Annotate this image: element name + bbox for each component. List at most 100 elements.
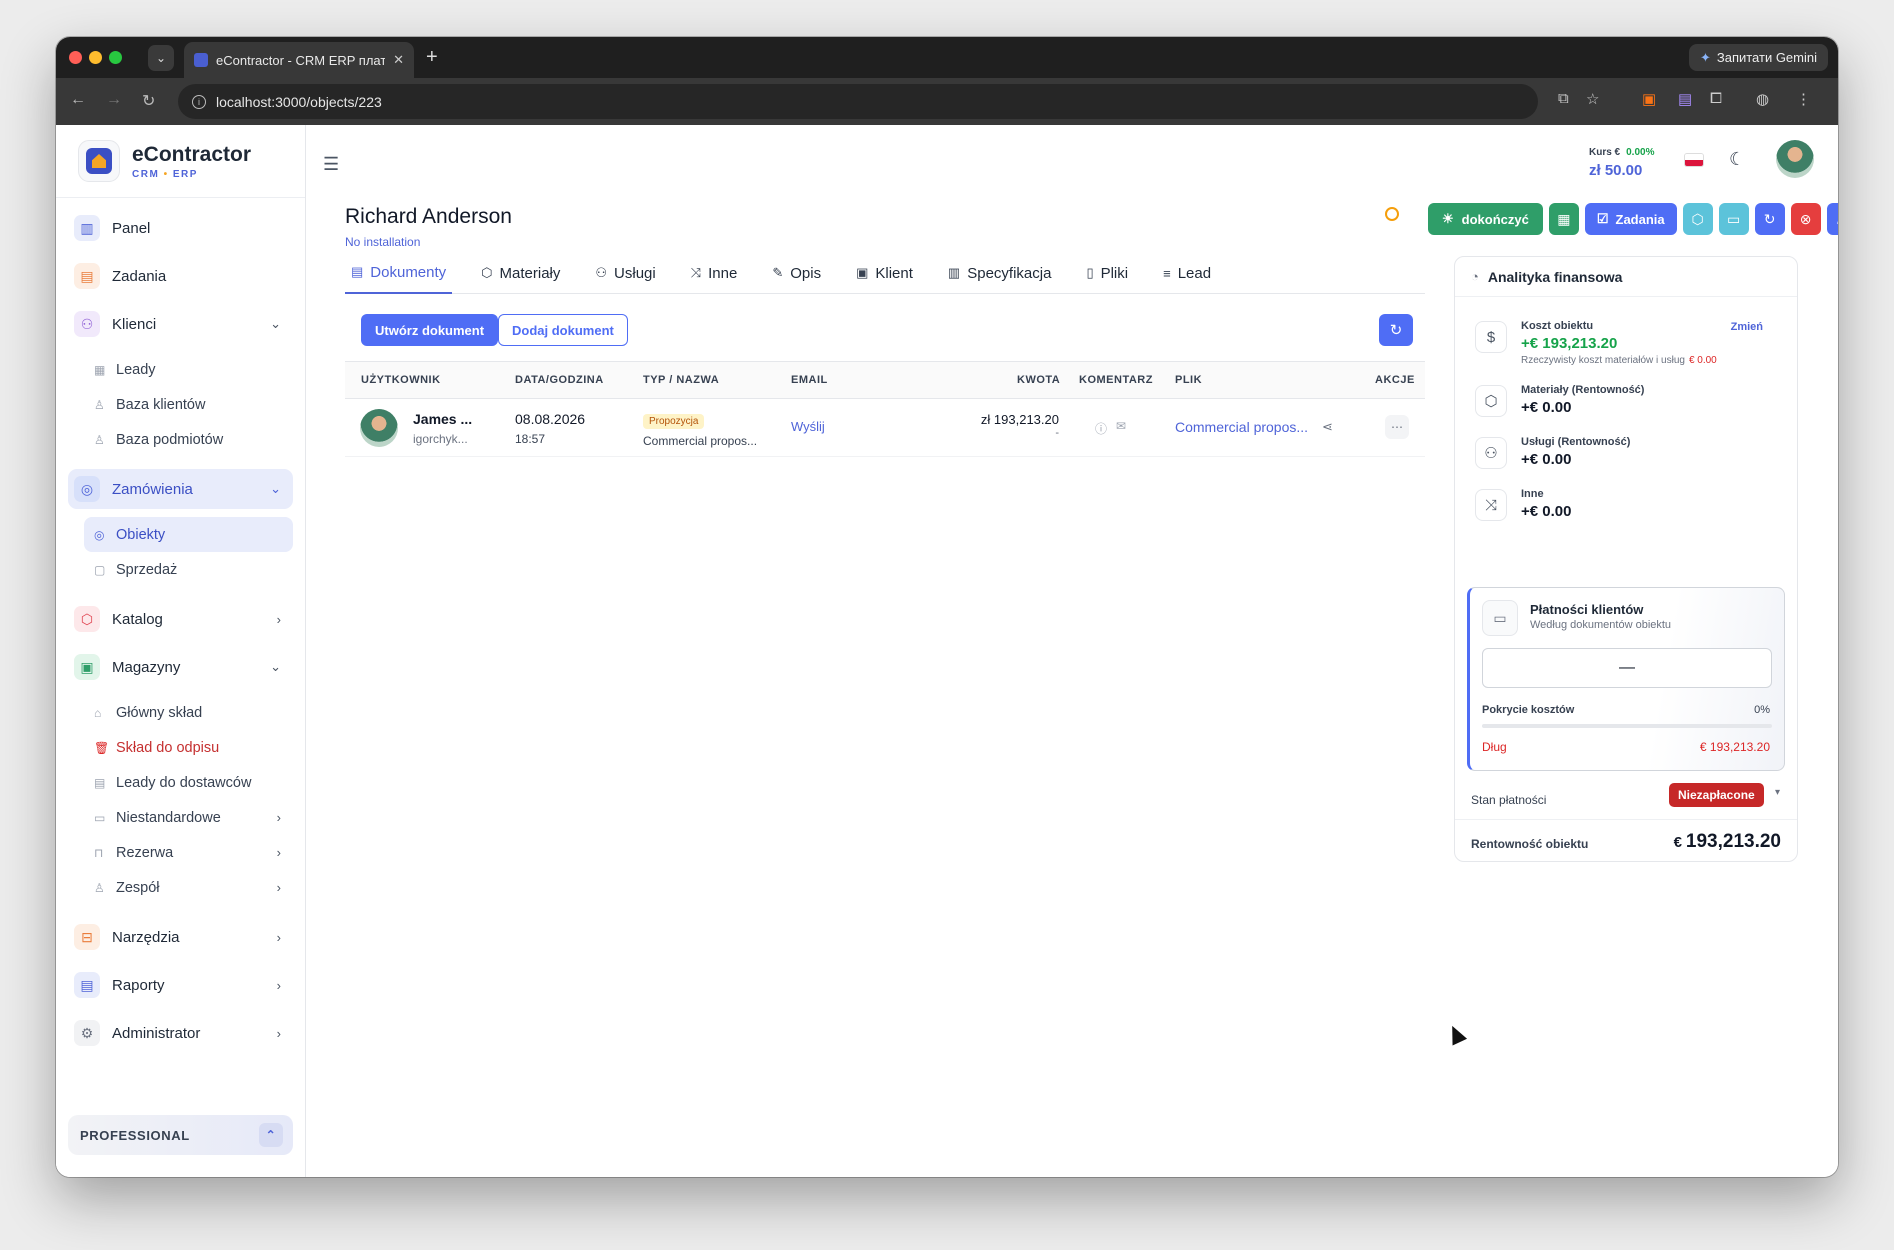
users-icon: ⚇ [74, 311, 100, 337]
coverage-progress-bar [1482, 724, 1772, 728]
chevron-right-icon: › [276, 845, 281, 860]
logo-icon [78, 140, 120, 182]
tab-uslugi[interactable]: ⚇ Usługi [589, 252, 661, 294]
browser-tab[interactable]: eContractor - CRM ERP плат ✕ [184, 42, 414, 78]
tasks-button[interactable]: ☑ Zadania [1584, 203, 1677, 235]
sidebar-item-baza-podmiotow[interactable]: ♙ Baza podmiotów [68, 422, 293, 457]
tab-materialy[interactable]: ⬡ Materiały [475, 252, 566, 294]
tab-pliki[interactable]: ▯ Pliki [1080, 252, 1134, 294]
gemini-button[interactable]: ✦ Запитати Gemini [1688, 44, 1828, 71]
close-window-button[interactable] [69, 51, 82, 64]
sync-button[interactable]: ↻ [1754, 203, 1785, 235]
language-flag-icon[interactable] [1685, 154, 1703, 166]
reload-icon[interactable]: ↻ [142, 91, 155, 111]
message-icon[interactable]: ✉ [1116, 419, 1126, 433]
client-payments-box: ▭ Płatności klientów Według dokumentów o… [1467, 587, 1785, 771]
share-icon[interactable]: ⋖ [1322, 419, 1333, 435]
sidebar-item-zespol[interactable]: ♙ Zespół › [68, 870, 293, 905]
object-icon: ◎ [94, 527, 105, 542]
sidebar-item-administrator[interactable]: ⚙ Administrator › [68, 1013, 293, 1053]
sidebar-item-rezerwa[interactable]: ⊓ Rezerwa › [68, 835, 293, 870]
create-document-button[interactable]: Utwórz dokument [361, 314, 499, 346]
calculator-button[interactable]: ▦ [1548, 203, 1579, 235]
table-header: UŻYTKOWNIK DATA/GODZINA TYP / NAZWA EMAI… [345, 361, 1425, 399]
info-icon[interactable]: ⓘ [1095, 420, 1107, 437]
figma-extension-icon[interactable]: ▤ [1678, 90, 1692, 108]
user-avatar[interactable] [1776, 140, 1814, 178]
maximize-window-button[interactable] [109, 51, 122, 64]
column-header-actions: AKCJE [1375, 374, 1415, 386]
change-cost-link[interactable]: Zmień [1731, 321, 1763, 333]
finish-button[interactable]: ☀ dokończyć [1428, 203, 1543, 235]
materials-label: Materiały (Rentowność) [1521, 384, 1645, 396]
bookmark-star-icon[interactable]: ☆ [1586, 90, 1599, 108]
extensions-puzzle-icon[interactable]: ⧠ [1710, 90, 1722, 107]
table-row[interactable]: James ... igorchyk... 08.08.2026 18:57 P… [345, 399, 1425, 457]
trash-icon: 🗑 [94, 740, 110, 755]
site-info-icon[interactable]: i [192, 94, 206, 109]
sidebar-item-leady[interactable]: ▦ Leady [68, 352, 293, 387]
address-bar[interactable]: i localhost:3000/objects/223 [178, 84, 1538, 119]
sidebar-item-baza-klientow[interactable]: ♙ Baza klientów [68, 387, 293, 422]
tab-inne[interactable]: ⤨ Inne [685, 252, 744, 294]
add-document-button[interactable]: Dodaj dokument [498, 314, 628, 346]
sidebar-item-glowny-sklad[interactable]: ⌂ Główny skład [68, 695, 293, 730]
send-email-link[interactable]: Wyślij [791, 419, 825, 434]
tab-klient[interactable]: ▣ Klient [850, 252, 919, 294]
tab-opis[interactable]: ✎ Opis [766, 252, 827, 294]
inbox-button[interactable]: ▭ [1718, 203, 1749, 235]
sidebar-item-katalog[interactable]: ⬡ Katalog › [68, 599, 293, 639]
sidebar-item-niestandardowe[interactable]: ▭ Niestandardowe › [68, 800, 293, 835]
user-icon: ♙ [1835, 211, 1838, 228]
tab-dokumenty[interactable]: ▤ Dokumenty [345, 252, 453, 294]
shuffle-icon: ⤨ [690, 265, 702, 280]
package-button[interactable]: ⬡ [1682, 203, 1713, 235]
tab-lead[interactable]: ≡ Lead [1157, 252, 1217, 294]
report-icon: ▤ [74, 972, 100, 998]
sidebar-item-zadania[interactable]: ▤ Zadania [68, 256, 293, 296]
assign-user-button[interactable]: ♙ [1826, 203, 1838, 235]
dark-mode-icon[interactable]: ☾ [1729, 149, 1745, 170]
refresh-documents-button[interactable]: ↻ [1379, 314, 1413, 346]
row-actions-button[interactable]: ⋯ [1385, 415, 1409, 439]
chevron-down-icon[interactable]: ▾ [1775, 787, 1780, 798]
forward-icon[interactable]: → [106, 91, 122, 109]
sidebar-item-magazyny[interactable]: ▣ Magazyny ⌄ [68, 647, 293, 687]
object-cost-note-value: € 0.00 [1688, 355, 1717, 366]
tab-specyfikacja[interactable]: ▥ Specyfikacja [942, 252, 1058, 294]
close-tab-icon[interactable]: ✕ [393, 52, 404, 68]
file-link[interactable]: Commercial propos... [1175, 419, 1308, 435]
profitability-label: Rentowność obiektu [1471, 837, 1589, 851]
profile-icon[interactable]: ◍ [1756, 90, 1769, 108]
user-icon: ♙ [94, 397, 105, 412]
install-app-icon[interactable]: ⧉ [1558, 90, 1569, 107]
payments-value-field[interactable]: — [1482, 648, 1772, 688]
new-tab-button[interactable]: + [426, 46, 438, 69]
minimize-window-button[interactable] [89, 51, 102, 64]
sidebar-item-label: Magazyny [112, 658, 181, 676]
sidebar-item-label: Zamówienia [112, 480, 193, 498]
menu-toggle-icon[interactable]: ☰ [323, 154, 339, 175]
folder-icon: ▭ [94, 810, 106, 825]
plan-badge[interactable]: PROFESSIONAL ⌃ [68, 1115, 293, 1155]
chevron-up-icon[interactable]: ⌃ [259, 1123, 283, 1147]
sidebar-item-klienci[interactable]: ⚇ Klienci ⌄ [68, 304, 293, 344]
sidebar-item-panel[interactable]: ▥ Panel [68, 208, 293, 248]
back-icon[interactable]: ← [70, 91, 86, 109]
sidebar-item-leady-do-dostawcow[interactable]: ▤ Leady do dostawców [68, 765, 293, 800]
sidebar-item-obiekty[interactable]: ◎ Obiekty [84, 517, 293, 552]
sidebar-item-raporty[interactable]: ▤ Raporty › [68, 965, 293, 1005]
sidebar-item-sklad-do-odpisu[interactable]: 🗑 Skład do odpisu [68, 730, 293, 765]
tab-label: Klient [875, 264, 913, 282]
brand[interactable]: eContractor CRM • ERP [56, 125, 305, 198]
browser-menu-icon[interactable]: ⋮ [1796, 90, 1811, 108]
tab-label: Lead [1177, 264, 1212, 282]
sidebar-item-narzedzia[interactable]: ⊟ Narzędzia › [68, 917, 293, 957]
sidebar-item-sprzedaz[interactable]: ▢ Sprzedaż [68, 552, 293, 587]
extension-icon[interactable]: ▣ [1642, 90, 1656, 108]
tab-search-button[interactable]: ⌄ [148, 45, 174, 71]
payment-status-badge[interactable]: Niezapłacone [1669, 783, 1764, 807]
chevron-right-icon: › [276, 1025, 281, 1041]
sidebar-item-zamowienia[interactable]: ◎ Zamówienia ⌄ [68, 469, 293, 509]
cancel-object-button[interactable]: ⊗ [1790, 203, 1821, 235]
